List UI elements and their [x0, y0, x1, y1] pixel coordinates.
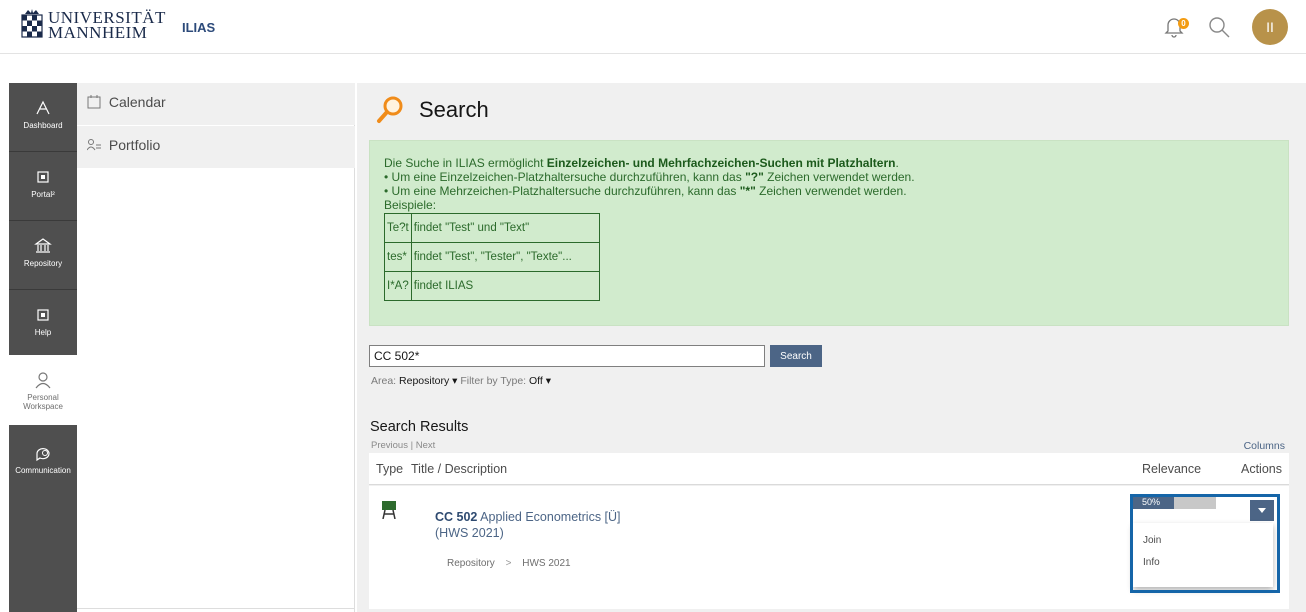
table-row: Te?t findet "Test" und "Text": [384, 213, 600, 243]
university-name: UNIVERSITÄT MANNHEIM: [48, 9, 166, 42]
search-icon[interactable]: [1208, 16, 1230, 38]
info-intro: Die Suche in ILIAS ermöglicht Einzelzeic…: [384, 156, 899, 170]
app-name[interactable]: ILIAS: [182, 20, 215, 35]
header-icons: 0 II: [1164, 9, 1288, 45]
mainbar-label: Communication: [15, 466, 71, 475]
filter-type-dropdown[interactable]: Off: [529, 375, 543, 387]
page-header: Search: [375, 95, 489, 125]
info-line-2: • Um eine Mehrzeichen-Platzhaltersuche d…: [384, 184, 907, 198]
crest-icon: [21, 9, 43, 38]
divider: [77, 608, 355, 612]
area-dropdown[interactable]: Repository: [399, 375, 449, 387]
results-title: Search Results: [370, 419, 469, 435]
calendar-icon: [87, 95, 101, 109]
search-input[interactable]: [369, 345, 765, 367]
mainbar-item-dashboard[interactable]: Dashboard: [9, 83, 77, 151]
column-header-actions: Actions: [1241, 462, 1282, 476]
results-table-header: Type Title / Description Relevance Actio…: [369, 453, 1289, 485]
result-title-rest: Applied Econometrics [Ü]: [477, 510, 621, 524]
slate-item-label: Calendar: [108, 94, 166, 110]
mainbar-label: Repository: [23, 259, 63, 268]
search-filters: Area: Repository ▾ Filter by Type: Off ▾: [371, 375, 551, 387]
mainbar-label: Portal²: [31, 190, 55, 199]
table-cell: findet ILIAS: [410, 271, 600, 301]
communication-icon: [36, 448, 50, 462]
slate-item-portfolio[interactable]: Portfolio: [77, 126, 355, 168]
column-header-relevance[interactable]: Relevance: [1142, 462, 1201, 476]
slate-item-label: Portfolio: [108, 137, 161, 153]
previous-link[interactable]: Previous: [371, 440, 408, 451]
avatar[interactable]: II: [1252, 9, 1288, 45]
breadcrumb-item[interactable]: HWS 2021: [522, 558, 570, 569]
table-cell: findet "Test" und "Text": [410, 213, 600, 243]
mainbar-item-repository[interactable]: Repository: [9, 221, 77, 289]
table-cell: Te?t: [384, 213, 412, 243]
search-button[interactable]: Search: [770, 345, 822, 367]
info-line-1: • Um eine Einzelzeichen-Platzhaltersuche…: [384, 170, 915, 184]
table-cell: findet "Test", "Tester", "Texte"...: [410, 242, 600, 272]
mainbar-item-portal[interactable]: Portal²: [9, 152, 77, 220]
mainbar-label: Dashboard: [23, 121, 63, 130]
highlight-frame: [1130, 494, 1280, 593]
mainbar-item-communication[interactable]: Communication: [9, 428, 77, 496]
result-title-bold: CC 502: [435, 510, 478, 524]
dashboard-icon: [36, 100, 50, 115]
table-cell: tes*: [384, 242, 412, 272]
pager: Previous | Next: [371, 440, 435, 451]
table-cell: I*A?: [384, 271, 412, 301]
result-title-link[interactable]: CC 502 Applied Econometrics [Ü] (HWS 202…: [435, 509, 621, 541]
mainbar-item-help[interactable]: Help: [9, 290, 77, 358]
mainbar-label: Personal Workspace: [23, 393, 63, 411]
portal-icon: [37, 171, 49, 183]
university-logo[interactable]: UNIVERSITÄT MANNHEIM: [20, 9, 166, 41]
mainbar-item-personal-workspace[interactable]: Personal Workspace: [9, 355, 77, 425]
chevron-down-icon[interactable]: ▾: [543, 375, 551, 387]
page-title: Search: [419, 97, 489, 122]
notifications-button[interactable]: 0: [1164, 16, 1189, 38]
next-link[interactable]: Next: [416, 440, 436, 451]
portfolio-icon: [87, 139, 101, 151]
filter-type-label: Filter by Type:: [460, 375, 527, 387]
main-content: Search Die Suche in ILIAS ermöglicht Ein…: [357, 83, 1306, 612]
help-icon: [37, 309, 49, 321]
chevron-down-icon[interactable]: ▾: [449, 375, 460, 387]
header: UNIVERSITÄT MANNHEIM ILIAS 0 II: [0, 0, 1306, 54]
column-header-type: Type: [376, 462, 404, 476]
area-label: Area:: [371, 375, 397, 387]
examples-label: Beispiele:: [384, 198, 437, 212]
breadcrumb: Repository > HWS 2021: [447, 558, 571, 569]
course-icon: [382, 501, 396, 519]
result-subtitle: (HWS 2021): [435, 526, 504, 540]
table-row: tes* findet "Test", "Tester", "Texte"...: [384, 242, 600, 272]
slate: Calendar Portfolio: [77, 83, 355, 612]
breadcrumb-separator: >: [505, 558, 512, 569]
search-form: Search: [369, 345, 822, 367]
column-header-title[interactable]: Title / Description: [411, 462, 507, 476]
personal-workspace-icon: [35, 372, 51, 389]
info-message: Die Suche in ILIAS ermöglicht Einzelzeic…: [369, 140, 1289, 326]
table-row: I*A? findet ILIAS: [384, 271, 600, 301]
logo-line-2: MANNHEIM: [48, 23, 148, 42]
notification-badge: 0: [1178, 18, 1189, 29]
columns-link[interactable]: Columns: [1244, 440, 1285, 452]
breadcrumb-item[interactable]: Repository: [447, 558, 495, 569]
examples-table: Te?t findet "Test" und "Text" tes* findet …: [384, 213, 600, 301]
pager-separator: |: [410, 440, 414, 451]
mainbar-label: Help: [34, 328, 52, 337]
repository-icon: [34, 238, 52, 253]
main-bar: Dashboard Portal² Repository Help Person…: [9, 83, 77, 612]
search-icon: [377, 96, 403, 123]
slate-item-calendar[interactable]: Calendar: [77, 83, 355, 125]
